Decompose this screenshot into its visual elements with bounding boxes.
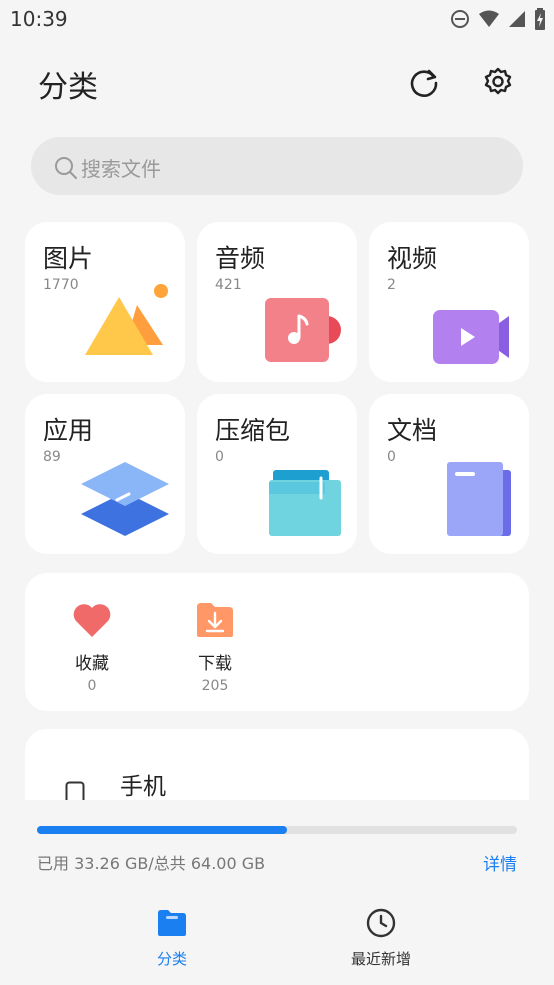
wifi-icon: [479, 10, 499, 27]
category-label: 图片: [43, 244, 94, 273]
category-documents[interactable]: 文档 0: [369, 394, 529, 554]
category-count: 2: [387, 277, 396, 293]
nav-categories[interactable]: 分类: [112, 908, 232, 969]
folder-icon: [158, 910, 186, 936]
archive-icon: [269, 470, 341, 536]
refresh-icon: [410, 69, 438, 97]
category-label: 视频: [387, 244, 438, 273]
favorites-label: 收藏: [75, 654, 109, 674]
nav-recent[interactable]: 最近新增: [321, 908, 441, 969]
favorites-count: 0: [87, 678, 97, 694]
category-count: 0: [215, 449, 224, 465]
storage-usage-text: 已用 33.26 GB/总共 64.00 GB: [37, 854, 266, 873]
downloads-count: 205: [201, 678, 229, 694]
category-count: 1770: [43, 277, 79, 293]
status-bar: 10:39: [0, 0, 554, 38]
status-icons: [450, 8, 546, 30]
device-name: 手机: [120, 774, 166, 800]
category-count: 0: [387, 449, 396, 465]
video-icon: [433, 310, 509, 364]
category-count: 89: [43, 449, 61, 465]
category-video[interactable]: 视频 2: [369, 222, 529, 382]
category-label: 音频: [215, 244, 266, 273]
page-title: 分类: [38, 70, 98, 105]
quick-access-card: 收藏 0 下载 205: [25, 573, 529, 711]
clock-icon: [366, 908, 396, 938]
nav-label: 最近新增: [350, 950, 411, 968]
cellular-icon: [509, 11, 525, 27]
music-icon: [265, 298, 341, 362]
gear-icon: [484, 67, 512, 95]
status-time: 10:39: [10, 7, 68, 31]
favorites-item[interactable]: 收藏 0: [52, 601, 132, 694]
downloads-label: 下载: [198, 654, 232, 674]
category-audio[interactable]: 音频 421: [197, 222, 357, 382]
category-label: 压缩包: [215, 416, 291, 445]
search-placeholder: 搜索文件: [81, 157, 161, 181]
category-label: 应用: [43, 416, 94, 445]
search-icon: [55, 157, 77, 179]
storage-progress-fill: [37, 826, 287, 834]
storage-progress: [37, 826, 517, 834]
category-archives[interactable]: 压缩包 0: [197, 394, 357, 554]
app-layers-icon: [81, 462, 169, 536]
battery-icon: [535, 8, 545, 30]
details-link[interactable]: 详情: [483, 850, 517, 875]
nav-label: 分类: [156, 950, 187, 968]
do-not-disturb-icon: [451, 10, 469, 28]
image-icon: [85, 284, 168, 355]
category-images[interactable]: 图片 1770: [25, 222, 185, 382]
downloads-item[interactable]: 下载 205: [175, 601, 255, 694]
category-count: 421: [215, 277, 242, 293]
category-label: 文档: [387, 416, 438, 445]
refresh-button[interactable]: [407, 66, 441, 100]
search-bar[interactable]: 搜索文件: [31, 137, 523, 195]
heart-icon: [73, 604, 111, 637]
settings-button[interactable]: [481, 66, 515, 100]
document-icon: [447, 462, 511, 536]
category-apps[interactable]: 应用 89: [25, 394, 185, 554]
download-folder-icon: [197, 603, 233, 637]
